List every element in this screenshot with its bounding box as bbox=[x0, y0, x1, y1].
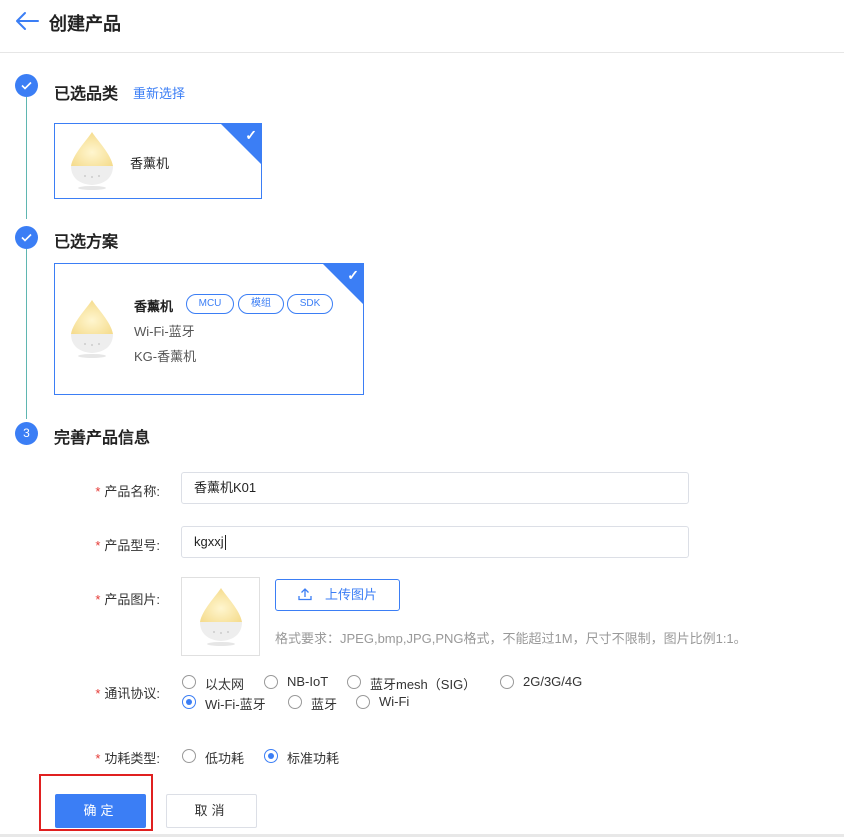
scheme-connectivity: Wi-Fi-蓝牙 bbox=[134, 324, 195, 339]
upload-icon bbox=[298, 588, 312, 601]
step-title-category: 已选品类 bbox=[54, 86, 119, 103]
reselect-link[interactable]: 重新选择 bbox=[133, 83, 185, 102]
step-connector bbox=[26, 249, 27, 419]
scheme-card[interactable]: 香薰机 MCU 模组 SDK Wi-Fi-蓝牙 KG-香薰机 ✓ bbox=[54, 263, 364, 395]
product-model-input[interactable]: kgxxj bbox=[181, 526, 689, 558]
product-image-preview[interactable] bbox=[181, 577, 260, 656]
page-header: 创建产品 bbox=[0, 0, 844, 53]
tag-module: 模组 bbox=[238, 294, 284, 314]
upload-hint: 格式要求：JPEG,bmp,JPG,PNG格式，不能超过1M，尺寸不限制，图片比… bbox=[275, 631, 747, 646]
product-name-input[interactable]: 香薰机K01 bbox=[181, 472, 689, 504]
category-name: 香薰机 bbox=[130, 156, 170, 171]
check-icon: ✓ bbox=[347, 267, 359, 283]
confirm-button[interactable]: 确定 bbox=[55, 794, 146, 828]
upload-button-label: 上传图片 bbox=[325, 587, 378, 602]
aroma-diffuser-image bbox=[71, 300, 113, 358]
step-done-icon bbox=[15, 74, 38, 97]
tag-mcu: MCU bbox=[186, 294, 234, 314]
product-name-label: * 产品名称: bbox=[95, 484, 160, 499]
check-icon: ✓ bbox=[245, 127, 257, 143]
scheme-model: KG-香薰机 bbox=[134, 349, 197, 364]
step-title-info: 完善产品信息 bbox=[54, 430, 151, 447]
step-number: 3 bbox=[15, 422, 38, 445]
aroma-diffuser-image bbox=[71, 132, 113, 190]
aroma-diffuser-image bbox=[200, 588, 242, 646]
product-model-label: * 产品型号: bbox=[95, 538, 160, 553]
product-image-label: * 产品图片: bbox=[95, 592, 160, 607]
category-card[interactable]: 香薰机 ✓ bbox=[54, 123, 262, 199]
page-title: 创建产品 bbox=[49, 14, 121, 34]
upload-image-button[interactable]: 上传图片 bbox=[275, 579, 400, 611]
step-title-scheme: 已选方案 bbox=[54, 234, 119, 251]
protocol-label: * 通讯协议: bbox=[95, 686, 160, 701]
cancel-button[interactable]: 取消 bbox=[166, 794, 257, 828]
scheme-name: 香薰机 bbox=[134, 299, 174, 314]
power-label: * 功耗类型: bbox=[95, 751, 160, 766]
step-done-icon bbox=[15, 226, 38, 249]
step-connector bbox=[26, 97, 27, 219]
arrow-left-icon[interactable] bbox=[14, 10, 40, 32]
